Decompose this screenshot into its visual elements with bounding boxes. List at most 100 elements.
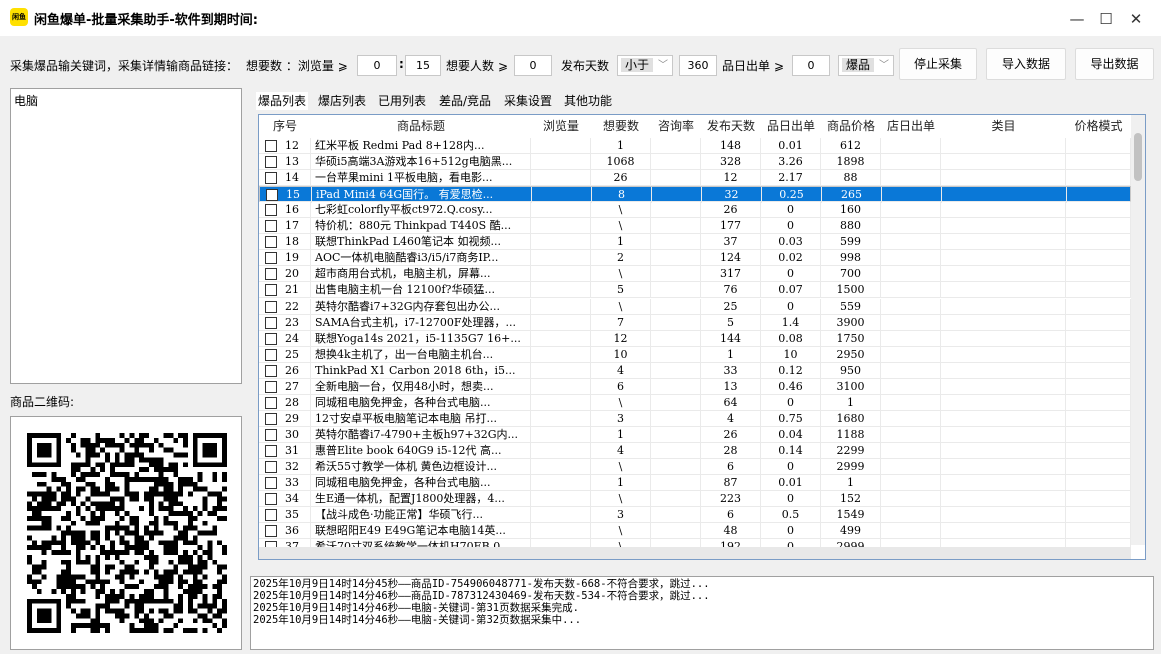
column-header[interactable]: 价格模式 <box>1066 115 1131 137</box>
cell-7: 950 <box>821 363 881 379</box>
daily-orders-input[interactable]: 0 <box>792 55 830 76</box>
row-checkbox[interactable] <box>265 284 277 296</box>
column-header[interactable]: 想要数 <box>591 115 651 137</box>
days-operator-select[interactable]: 小于﹀ <box>617 55 673 76</box>
cell-10 <box>1066 507 1131 523</box>
column-header[interactable]: 商品价格 <box>821 115 881 137</box>
table-row[interactable]: 13华硕i5高端3A游戏本16+512g电脑黑...10683283.26189… <box>259 154 1131 170</box>
cell-2 <box>531 250 591 266</box>
cell-5: 87 <box>701 475 761 491</box>
row-checkbox[interactable] <box>265 493 277 505</box>
tab-4[interactable]: 采集设置 <box>502 92 554 110</box>
tab-3[interactable]: 差品/竞品 <box>437 92 493 110</box>
row-checkbox[interactable] <box>265 236 277 248</box>
cell-10 <box>1066 395 1131 411</box>
table-row[interactable]: 22 英特尔酷睿i7+32G内存套包出办公...\250559 <box>259 299 1131 315</box>
table-row[interactable]: 17特价机：880元 Thinkpad T440S 酷...\1770880 <box>259 218 1131 234</box>
export-data-button[interactable]: 导出数据 <box>1075 48 1154 80</box>
row-checkbox[interactable] <box>265 477 277 489</box>
tab-1[interactable]: 爆店列表 <box>316 92 368 110</box>
table-row[interactable]: 12红米平板 Redmi Pad 8+128内...11480.01612 <box>259 138 1131 154</box>
column-header[interactable]: 品日出单 <box>761 115 821 137</box>
row-checkbox[interactable] <box>265 381 277 393</box>
row-checkbox[interactable] <box>265 204 277 216</box>
cell-9 <box>941 411 1066 427</box>
want-people-input[interactable]: 0 <box>514 55 552 76</box>
row-checkbox[interactable] <box>265 172 277 184</box>
cell-3: \ <box>591 459 651 475</box>
log-panel: 2025年10月9日14时14分45秒——商品ID-754906048771-发… <box>250 576 1154 650</box>
table-row[interactable]: 32希沃55寸教学一体机 黄色边框设计...\602999 <box>259 459 1131 475</box>
column-header[interactable]: 浏览量 <box>531 115 591 137</box>
table-row[interactable]: 25 想换4k主机了，出一台电脑主机台...101102950 <box>259 347 1131 363</box>
ratio-right-input[interactable]: 15 <box>405 55 441 76</box>
row-checkbox[interactable] <box>265 333 277 345</box>
table-row[interactable]: 35 【战斗成色·功能正常】华硕飞行...360.51549 <box>259 507 1131 523</box>
keyword-textarea[interactable]: 电脑 <box>10 88 242 384</box>
column-header[interactable]: 咨询率 <box>651 115 701 137</box>
cell-7: 700 <box>821 266 881 282</box>
table-row[interactable]: 23SAMA台式主机，i7-12700F处理器，...751.43900 <box>259 315 1131 331</box>
row-checkbox[interactable] <box>265 413 277 425</box>
table-row[interactable]: 20 超市商用台式机，电脑主机，屏幕...\3170700 <box>259 266 1131 282</box>
table-row[interactable]: 2912寸安卓平板电脑笔记本电脑 吊打...340.751680 <box>259 411 1131 427</box>
scrollbar-thumb[interactable] <box>1134 133 1142 181</box>
table-row[interactable]: 24联想Yoga14s 2021，i5-1135G7 16+...121440.… <box>259 331 1131 347</box>
ratio-left-input[interactable]: 0 <box>357 55 397 76</box>
row-checkbox[interactable] <box>265 252 277 264</box>
type-select[interactable]: 爆品﹀ <box>838 55 894 76</box>
cell-3: \ <box>591 218 651 234</box>
tab-5[interactable]: 其他功能 <box>562 92 614 110</box>
cell-3: \ <box>591 266 651 282</box>
table-row[interactable]: 16 七彩虹colorfly平板ct972.Q.cosy...\260160 <box>259 202 1131 218</box>
column-header[interactable]: 商品标题 <box>311 115 531 137</box>
import-data-button[interactable]: 导入数据 <box>986 48 1066 80</box>
table-row[interactable]: 15 iPad Mini4 64G国行。 有爱思检...8320.25265 <box>259 186 1131 202</box>
row-checkbox[interactable] <box>265 317 277 329</box>
row-checkbox[interactable] <box>265 445 277 457</box>
table-row[interactable]: 31惠普Elite book 640G9 i5-12代 高...4280.142… <box>259 443 1131 459</box>
table-row[interactable]: 19AOC一体机电脑酷睿i3/i5/i7商务IP...21240.02998 <box>259 250 1131 266</box>
row-checkbox[interactable] <box>265 429 277 441</box>
table-row[interactable]: 14 一台苹果mini 1平板电脑，看电影...26122.1788 <box>259 170 1131 186</box>
horizontal-scrollbar[interactable] <box>259 547 1131 559</box>
row-checkbox[interactable] <box>265 525 277 537</box>
tab-0[interactable]: 爆品列表 <box>256 92 308 110</box>
minimize-button[interactable]: — <box>1062 8 1092 30</box>
close-button[interactable]: ✕ <box>1121 8 1151 30</box>
row-checkbox[interactable] <box>265 268 277 280</box>
stop-collect-button[interactable]: 停止采集 <box>899 48 977 80</box>
days-input[interactable]: 360 <box>679 55 717 76</box>
maximize-button[interactable]: ☐ <box>1091 8 1121 30</box>
table-row[interactable]: 18 联想ThinkPad L460笔记本 如视频...1370.03599 <box>259 234 1131 250</box>
row-checkbox[interactable] <box>265 461 277 473</box>
cell-9 <box>941 315 1066 331</box>
row-checkbox[interactable] <box>265 220 277 232</box>
table-row[interactable]: 27 全新电脑一台，仅用48小时，想卖...6130.463100 <box>259 379 1131 395</box>
column-header[interactable]: 店日出单 <box>881 115 941 137</box>
cell-0: 23 <box>281 315 311 331</box>
row-checkbox[interactable] <box>265 365 277 377</box>
row-checkbox[interactable] <box>265 509 277 521</box>
column-header[interactable]: 发布天数 <box>701 115 761 137</box>
cell-9 <box>941 331 1066 347</box>
cell-6: 0.75 <box>761 411 821 427</box>
table-row[interactable]: 21 出售电脑主机一台 12100f?华硕猛...5760.071500 <box>259 282 1131 298</box>
column-header[interactable]: 序号 <box>259 115 311 137</box>
vertical-scrollbar[interactable] <box>1131 115 1145 545</box>
table-row[interactable]: 30英特尔酷睿i7-4790+主板h97+32G内...1260.041188 <box>259 427 1131 443</box>
row-checkbox[interactable] <box>265 349 277 361</box>
row-checkbox[interactable] <box>266 189 278 201</box>
row-checkbox[interactable] <box>265 156 277 168</box>
table-row[interactable]: 28 同城租电脑免押金，各种台式电脑...\6401 <box>259 395 1131 411</box>
table-row[interactable]: 36 联想昭阳E49 E49G笔记本电脑14英...\480499 <box>259 523 1131 539</box>
row-checkbox[interactable] <box>265 397 277 409</box>
cell-5: 5 <box>701 315 761 331</box>
table-row[interactable]: 26ThinkPad X1 Carbon 2018 6th，i5...4330.… <box>259 363 1131 379</box>
table-row[interactable]: 34生E通一体机，配置J1800处理器，4...\2230152 <box>259 491 1131 507</box>
row-checkbox[interactable] <box>265 140 277 152</box>
row-checkbox[interactable] <box>265 301 277 313</box>
column-header[interactable]: 类目 <box>941 115 1066 137</box>
tab-2[interactable]: 已用列表 <box>376 92 428 110</box>
table-row[interactable]: 33 同城租电脑免押金，各种台式电脑...1870.011 <box>259 475 1131 491</box>
